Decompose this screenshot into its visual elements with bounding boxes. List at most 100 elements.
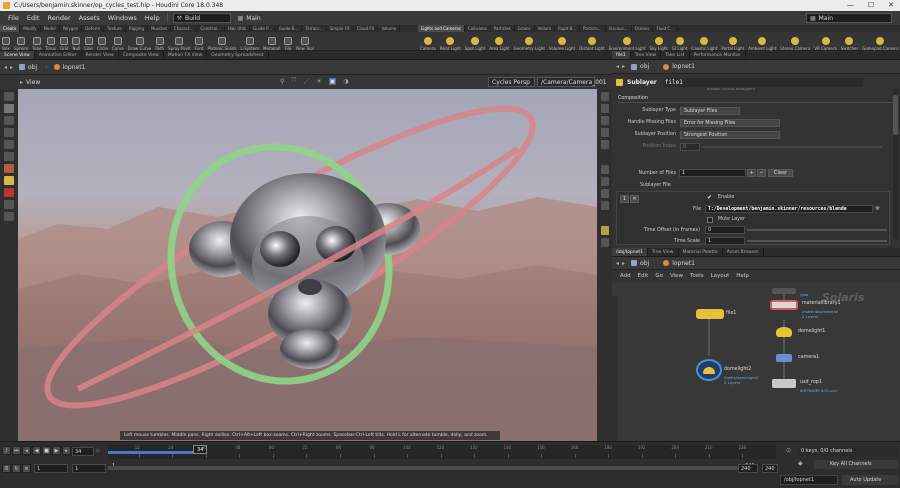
viewport-render[interactable] [18, 89, 597, 441]
light-icon[interactable]: ☀ [316, 78, 321, 85]
network-menu-help[interactable]: Help [736, 273, 749, 279]
key-channels-icon[interactable]: ◆ [798, 460, 808, 469]
shelf-tab-right-9[interactable]: Fluid C... [653, 25, 678, 32]
play-icon[interactable]: ▶ [52, 446, 61, 455]
shelf-tab-13[interactable]: Terrain... [302, 25, 327, 32]
network-tab-1[interactable]: Tree View [648, 248, 679, 256]
create-tool-2[interactable]: Tube [30, 37, 43, 51]
multiparm-index-button[interactable]: 1 [620, 195, 629, 203]
end-frame-field[interactable]: 240 [738, 464, 758, 473]
materiallibrary-node[interactable] [770, 300, 798, 310]
camera-lock-icon[interactable]: ▣ [328, 77, 337, 85]
forward-arrow-icon[interactable]: ▸ [622, 63, 625, 70]
forward-arrow-icon[interactable]: ▸ [10, 64, 13, 71]
create-tool-12[interactable]: Font [193, 37, 206, 51]
param-scrollbar-thumb[interactable] [893, 95, 898, 135]
create-tool-17[interactable]: New Tool [294, 37, 316, 51]
light-tool-icon[interactable] [4, 176, 14, 185]
path-node[interactable]: lopnet1 [672, 260, 695, 267]
lock-icon[interactable] [4, 104, 14, 113]
menu-assets[interactable]: Assets [75, 14, 104, 22]
create-tool-0[interactable]: Box [0, 37, 12, 51]
lights-toggle-icon[interactable] [600, 226, 609, 235]
light-tool-7[interactable]: Environment Light [607, 37, 648, 51]
light-tool-5[interactable]: Volume Light [547, 37, 577, 51]
time-slider[interactable]: 34 12 24 36 48 60 72 84 96 108 120 132 144 156 168 180… [108, 445, 776, 459]
light-tool-12[interactable]: Ambient Light [746, 37, 778, 51]
normals-icon[interactable] [600, 128, 609, 137]
channel-icon[interactable]: ⊙ [786, 447, 796, 457]
shelf-tab-right-5[interactable]: Rigid B... [555, 25, 581, 32]
sublayer-position-menu[interactable]: Strongest Position [680, 131, 780, 139]
back-arrow-icon[interactable]: ◂ [616, 260, 619, 267]
light-tool-4[interactable]: Geometry Light [512, 37, 547, 51]
realtime-icon[interactable]: ⏱ [2, 464, 11, 473]
shelf-tab-10[interactable]: Hair Utils [225, 25, 251, 32]
loop-icon[interactable]: ↻ [12, 464, 21, 473]
shelf-tab-6[interactable]: Rigging [126, 25, 148, 32]
network-tab-0[interactable]: /obj/lopnet1 [612, 248, 648, 256]
node-name-field[interactable]: file1 [662, 77, 863, 87]
create-tool-5[interactable]: Null [70, 37, 82, 51]
light-tool-16[interactable]: Gamepad Camera [860, 37, 900, 51]
menu-render[interactable]: Render [43, 14, 74, 22]
shelf-tab-12[interactable]: Guide B... [276, 25, 303, 32]
magnet-icon[interactable] [4, 188, 14, 197]
shelf-tab-14[interactable]: Simple FX [327, 25, 354, 32]
network-tab-3[interactable]: Asset Browser [723, 248, 764, 256]
shelf-tab-16[interactable]: Volume [378, 25, 401, 32]
select-tool-icon[interactable] [4, 92, 14, 101]
handle-tool-icon[interactable] [4, 152, 14, 161]
shelf-tab-1[interactable]: Modify [20, 25, 41, 32]
shelf-tab-right-3[interactable]: Grains [515, 25, 535, 32]
network-menu-add[interactable]: Add [620, 273, 631, 279]
render-region-icon[interactable] [4, 212, 14, 221]
snap-icon[interactable]: ⤧ [291, 77, 296, 85]
light-tool-2[interactable]: Spot Light [463, 37, 487, 51]
key-all-channels-button[interactable]: Key All Channels [814, 460, 898, 469]
time-offset-slider[interactable] [747, 229, 887, 231]
start-frame-field[interactable]: 1 [34, 464, 68, 473]
shelf-tab-5[interactable]: Texture [104, 25, 126, 32]
mute-layer-checkbox[interactable] [707, 217, 713, 223]
create-tool-8[interactable]: Curve [110, 37, 126, 51]
light-tool-1[interactable]: Point Light [438, 37, 463, 51]
network-tab-2[interactable]: Material Palette [679, 248, 723, 256]
view-tool-icon[interactable] [4, 200, 14, 209]
step-forward-icon[interactable]: ▸ [62, 446, 71, 455]
create-tool-1[interactable]: Sphere [12, 37, 30, 51]
shelf-tab-right-6[interactable]: Particle... [580, 25, 606, 32]
path-obj[interactable]: obj [640, 260, 649, 267]
menu-edit[interactable]: Edit [23, 14, 44, 22]
number-of-files-field[interactable]: 1 [679, 169, 746, 177]
create-tool-9[interactable]: Draw Curve [126, 37, 154, 51]
network-menu-view[interactable]: View [670, 273, 683, 279]
shelf-tab-8[interactable]: Charact... [171, 25, 198, 32]
back-arrow-icon[interactable]: ◂ [4, 64, 7, 71]
param-scrollbar[interactable] [893, 89, 898, 239]
usd-rop-node[interactable] [772, 379, 796, 388]
camera-view-icon[interactable] [600, 201, 609, 210]
wireframe-icon[interactable] [600, 92, 609, 101]
network-menu-tools[interactable]: Tools [690, 273, 704, 279]
create-tool-3[interactable]: Torus [43, 37, 57, 51]
create-tool-6[interactable]: Line [82, 37, 94, 51]
create-tool-14[interactable]: L-System [238, 37, 261, 51]
range-slider[interactable] [108, 466, 738, 470]
rotate-tool-icon[interactable] [4, 128, 14, 137]
forward-arrow-icon[interactable]: ▸ [622, 260, 625, 267]
light-tool-14[interactable]: VR Camera [812, 37, 838, 51]
shelf-tab-right-1[interactable]: Collisions [465, 25, 491, 32]
display-options-icon[interactable]: ⚲ [280, 78, 284, 85]
network-graph[interactable] [612, 284, 900, 441]
desktop-select[interactable]: ▦ Main [806, 13, 892, 23]
shaded-icon[interactable] [600, 104, 609, 113]
light-tool-3[interactable]: Area Light [487, 37, 511, 51]
uv-icon[interactable] [600, 177, 609, 186]
shelf-tab-right-8[interactable]: Oceans [632, 25, 654, 32]
light-tool-8[interactable]: Sky Light [648, 37, 670, 51]
ghost-icon[interactable] [600, 116, 609, 125]
param-tab-0[interactable]: file1 [612, 51, 631, 59]
shelf-tab-0[interactable]: Create [0, 25, 21, 32]
jump-start-icon[interactable]: ⏮ [12, 446, 21, 455]
